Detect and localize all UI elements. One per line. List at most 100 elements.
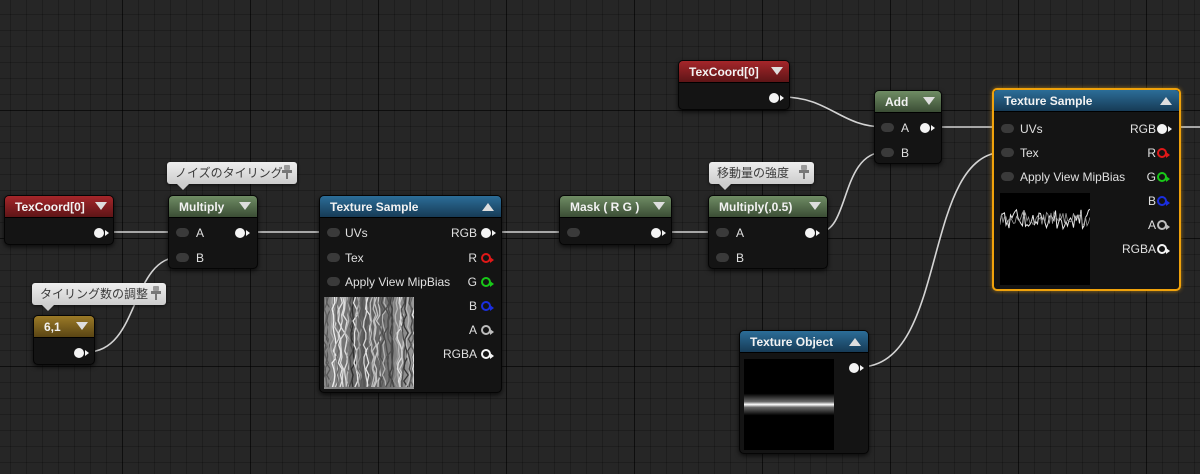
expand-chevron-icon[interactable] <box>76 322 88 330</box>
node-constant-tiling[interactable]: 6,1 <box>33 315 95 365</box>
expand-chevron-icon[interactable] <box>653 202 665 210</box>
pin-label-a: A <box>736 226 745 240</box>
node-multiply-strength[interactable]: Multiply(,0.5) A B <box>708 195 828 269</box>
input-pin-a[interactable] <box>881 123 894 132</box>
node-texcoord-left[interactable]: TexCoord[0] <box>4 195 114 245</box>
expand-chevron-icon[interactable] <box>239 202 251 210</box>
node-texcoord-top[interactable]: TexCoord[0] <box>678 60 790 110</box>
node-header[interactable]: Texture Sample <box>994 90 1179 112</box>
node-title: Texture Sample <box>330 200 419 214</box>
collapse-chevron-icon[interactable] <box>482 203 494 211</box>
node-title: TexCoord[0] <box>689 65 759 79</box>
input-pin-uvs[interactable] <box>1001 124 1014 133</box>
wire-texcoord-to-add <box>781 96 886 128</box>
output-pin-r[interactable] <box>481 253 494 263</box>
node-header[interactable]: Mask ( R G ) <box>560 196 671 218</box>
input-pin-uvs[interactable] <box>327 228 340 237</box>
pin-label-uvs: UVs <box>345 226 368 240</box>
collapse-chevron-icon[interactable] <box>1160 97 1172 105</box>
node-header[interactable]: Texture Object <box>740 331 868 353</box>
pushpin-icon[interactable] <box>799 165 809 180</box>
output-pin-rgb[interactable] <box>481 228 496 238</box>
comment-noise-tiling[interactable]: ノイズのタイリング <box>167 162 297 190</box>
node-add[interactable]: Add A B <box>874 90 942 164</box>
pin-label-mipbias: Apply View MipBias <box>1020 170 1126 184</box>
input-pin-tex[interactable] <box>1001 148 1014 157</box>
output-pin-r[interactable] <box>1157 148 1170 158</box>
pin-label-rgba: RGBA <box>1121 242 1156 256</box>
pin-label-g: G <box>467 275 477 289</box>
node-header[interactable]: Multiply <box>169 196 257 218</box>
output-pin-rgba[interactable] <box>1157 244 1170 254</box>
input-pin-mipbias[interactable] <box>1001 172 1014 181</box>
pin-label-b: B <box>468 299 477 313</box>
output-pin-g[interactable] <box>481 277 494 287</box>
pin-label-uvs: UVs <box>1020 122 1043 136</box>
input-pin-a[interactable] <box>716 228 729 237</box>
comment-tiling-count[interactable]: タイリング数の調整 <box>32 283 166 311</box>
expand-chevron-icon[interactable] <box>923 97 935 105</box>
pin-label-rgb: RGB <box>450 226 477 240</box>
output-pin[interactable] <box>769 93 784 103</box>
node-title: Multiply(,0.5) <box>719 200 793 214</box>
output-pin[interactable] <box>849 363 864 373</box>
expand-chevron-icon[interactable] <box>771 67 783 75</box>
input-pin-a[interactable] <box>176 228 189 237</box>
output-pin-rgba[interactable] <box>481 349 494 359</box>
input-pin-b[interactable] <box>716 253 729 262</box>
wire-multiply-to-add <box>818 151 886 233</box>
output-pin[interactable] <box>94 228 109 238</box>
gradient-texture-preview <box>744 359 834 450</box>
output-pin-rgb[interactable] <box>1157 124 1172 134</box>
output-pin[interactable] <box>805 228 820 238</box>
output-pin[interactable] <box>235 228 250 238</box>
expand-chevron-icon[interactable] <box>95 202 107 210</box>
pin-label-a: A <box>901 121 910 135</box>
pin-label-b: B <box>196 251 205 265</box>
wire-textureobject-to-sample <box>858 151 1006 368</box>
expand-chevron-icon[interactable] <box>809 202 821 210</box>
output-pin-a[interactable] <box>481 325 494 335</box>
node-mask-rg[interactable]: Mask ( R G ) <box>559 195 672 245</box>
pin-label-a: A <box>1147 218 1156 232</box>
collapse-chevron-icon[interactable] <box>849 338 861 346</box>
output-pin-b[interactable] <box>481 301 494 311</box>
output-pin[interactable] <box>74 348 89 358</box>
input-pin-mipbias[interactable] <box>327 277 340 286</box>
output-pin-a[interactable] <box>1157 220 1170 230</box>
node-header[interactable]: Add <box>875 91 941 113</box>
node-header[interactable]: Texture Sample <box>320 196 501 218</box>
pin-label-r: R <box>468 251 477 265</box>
pin-label-r: R <box>1147 146 1156 160</box>
pin-label-g: G <box>1146 170 1156 184</box>
node-title: 6,1 <box>44 320 61 334</box>
pushpin-icon[interactable] <box>151 286 161 301</box>
comment-move-strength[interactable]: 移動量の強度 <box>709 162 814 190</box>
wave-texture-preview <box>1000 193 1090 285</box>
pin-label-tex: Tex <box>345 251 364 265</box>
pushpin-icon[interactable] <box>282 165 292 180</box>
pin-label-tex: Tex <box>1020 146 1039 160</box>
node-header[interactable]: TexCoord[0] <box>679 61 789 83</box>
node-header[interactable]: 6,1 <box>34 316 94 338</box>
input-pin-b[interactable] <box>881 148 894 157</box>
node-texture-sample-main[interactable]: Texture Sample UVs Tex Apply View MipBia… <box>992 88 1181 291</box>
comment-noise-tiling-text: ノイズのタイリング <box>175 166 283 180</box>
output-pin-g[interactable] <box>1157 172 1170 182</box>
node-header[interactable]: TexCoord[0] <box>5 196 113 218</box>
pin-label-rgb: RGB <box>1129 122 1156 136</box>
node-texture-sample-noise[interactable]: Texture Sample UVs Tex Apply View MipBia… <box>319 195 502 393</box>
node-header[interactable]: Multiply(,0.5) <box>709 196 827 218</box>
output-pin-b[interactable] <box>1157 196 1170 206</box>
node-title: TexCoord[0] <box>15 200 85 214</box>
pin-label-b: B <box>736 251 745 265</box>
pin-label-a: A <box>196 226 205 240</box>
pin-label-b: B <box>1147 194 1156 208</box>
input-pin-tex[interactable] <box>327 253 340 262</box>
input-pin[interactable] <box>567 228 580 237</box>
output-pin[interactable] <box>651 228 666 238</box>
node-texture-object[interactable]: Texture Object <box>739 330 869 454</box>
node-multiply-tiling[interactable]: Multiply A B <box>168 195 258 269</box>
input-pin-b[interactable] <box>176 253 189 262</box>
output-pin[interactable] <box>920 123 935 133</box>
